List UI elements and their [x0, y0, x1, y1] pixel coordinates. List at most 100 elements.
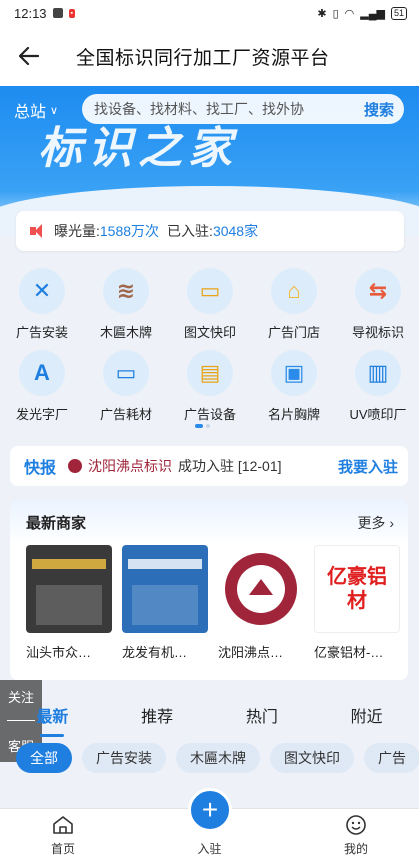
category-item[interactable]: A 发光字厂: [0, 344, 84, 426]
chevron-down-icon: ∨: [50, 104, 59, 117]
plus-button[interactable]: +: [188, 788, 232, 832]
category-label: UV喷印厂: [349, 407, 407, 422]
nav-join-label: 入驻: [197, 842, 222, 856]
merchant-list: 汕头市众… 龙发有机… 沈阳沸点… 亿豪铝材亿豪铝材-…: [10, 533, 408, 661]
filter-chip[interactable]: 广告安装: [82, 743, 166, 773]
nav-mine[interactable]: 我的: [321, 809, 391, 861]
category-label: 广告设备: [183, 407, 236, 422]
category-label: 发光字厂: [15, 407, 68, 422]
joined-label: 已入驻:: [167, 223, 213, 239]
merchant-card[interactable]: 龙发有机…: [122, 545, 208, 661]
merchants-title: 最新商家: [26, 515, 87, 532]
app-badge-icon: ▪: [68, 8, 76, 18]
plus-icon: +: [201, 794, 219, 825]
category-label: 名片胸牌: [267, 407, 320, 422]
category-grid: ✕ 广告安装 ≋ 木匾木牌 ▭ 图文快印 ⌂ 广告门店 ⇆ 导视标识 A 发光字厂 ▭ 广告耗材 ▤ 广告设备…: [0, 262, 419, 432]
category-label: 木匾木牌: [99, 325, 152, 340]
wallet-icon: ▭: [187, 268, 233, 314]
join-button[interactable]: 我要入驻: [338, 456, 398, 477]
filter-chips: 全部 广告安装 木匾木牌 图文快印 广告: [0, 743, 419, 777]
page-dot-active: [195, 424, 203, 428]
wood-icon: ≋: [103, 268, 149, 314]
bluetooth-icon: ✱: [317, 7, 327, 20]
merchant-image: [122, 545, 208, 633]
filter-chip[interactable]: 图文快印: [270, 743, 354, 773]
news-company: 沈阳沸点标识: [88, 458, 173, 474]
station-selector[interactable]: 总站 ∨: [14, 98, 58, 122]
company-logo-icon: [68, 459, 83, 473]
merchant-image: [218, 545, 304, 633]
station-label: 总站: [14, 104, 47, 121]
nav-home-label: 首页: [50, 842, 75, 856]
signpost-icon: ⇆: [355, 268, 401, 314]
title-bar: 全国标识同行加工厂资源平台: [0, 26, 419, 86]
speaker-icon: [30, 224, 46, 238]
store-icon: ⌂: [271, 268, 317, 314]
category-label: 广告耗材: [99, 407, 152, 422]
news-ticker[interactable]: 快报 沈阳沸点标识 成功入驻 [12-01] 我要入驻: [10, 446, 408, 486]
stats-bar: 曝光量: 1588万次 已入驻: 3048家: [16, 211, 404, 251]
more-link[interactable]: 更多 ›: [357, 513, 394, 533]
status-bar: 12:13 ▪ ✱ ▯ ◠ ▂▄▆ 51: [0, 0, 419, 26]
feed-tabs: 最新 推荐 热门 附近: [0, 703, 419, 737]
category-item[interactable]: ▤ 广告设备: [168, 344, 252, 426]
tab-item[interactable]: 推荐: [105, 703, 210, 737]
category-item[interactable]: ▥ UV喷印厂: [336, 344, 419, 426]
category-item[interactable]: ▭ 广告耗材: [84, 344, 168, 426]
merchant-card[interactable]: 亿豪铝材亿豪铝材-…: [314, 545, 400, 661]
wallet-icon: ▭: [103, 350, 149, 396]
category-item[interactable]: ▣ 名片胸牌: [252, 344, 336, 426]
news-message: 成功入驻 [12-01]: [178, 458, 282, 474]
merchant-image-text: 亿豪铝材: [327, 566, 387, 612]
notification-icon: [52, 8, 63, 18]
category-label: 广告门店: [267, 325, 320, 340]
page-dot: [206, 424, 210, 428]
printer-icon: ▥: [355, 350, 401, 396]
filter-chip[interactable]: 广告: [364, 743, 419, 773]
category-item[interactable]: ✕ 广告安装: [0, 262, 84, 344]
news-tag: 快报: [24, 460, 57, 477]
tools-icon: ✕: [19, 268, 65, 314]
search-input[interactable]: [94, 101, 334, 117]
exposure-value: 1588万次: [99, 223, 160, 239]
battery-icon: 51: [390, 6, 407, 20]
status-time: 12:13: [14, 5, 47, 21]
arrow-left-icon: [19, 47, 39, 65]
category-item[interactable]: ▭ 图文快印: [168, 262, 252, 344]
merchant-name: 沈阳沸点…: [218, 645, 284, 660]
tab-item[interactable]: 附近: [314, 703, 419, 737]
back-button[interactable]: [0, 26, 58, 86]
badge-icon: ▣: [271, 350, 317, 396]
merchant-card[interactable]: 汕头市众…: [26, 545, 112, 661]
category-item[interactable]: ⇆ 导视标识: [336, 262, 419, 344]
page-indicator: [195, 424, 210, 428]
category-label: 图文快印: [183, 325, 236, 340]
latest-merchants-panel: 最新商家 更多 › 汕头市众… 龙发有机… 沈阳沸点… 亿豪铝材亿豪铝材-…: [10, 500, 408, 680]
filter-chip[interactable]: 木匾木牌: [176, 743, 260, 773]
tab-item[interactable]: 热门: [210, 703, 315, 737]
letter-a-icon: A: [19, 350, 65, 396]
merchant-name: 亿豪铝材-…: [314, 645, 384, 660]
category-item[interactable]: ≋ 木匾木牌: [84, 262, 168, 344]
nav-mine-label: 我的: [343, 842, 368, 856]
merchant-name: 龙发有机…: [122, 645, 188, 660]
nav-home[interactable]: 首页: [28, 809, 98, 861]
search-bar[interactable]: 搜索: [82, 94, 404, 124]
merchant-name: 汕头市众…: [26, 645, 92, 660]
signal-icon: ▂▄▆: [360, 7, 385, 20]
filter-chip[interactable]: 全部: [16, 743, 72, 773]
exposure-label: 曝光量:: [54, 223, 100, 239]
merchant-card[interactable]: 沈阳沸点…: [218, 545, 304, 661]
search-button[interactable]: 搜索: [364, 99, 394, 120]
page-title: 全国标识同行加工厂资源平台: [76, 47, 330, 69]
ticket-icon: ▤: [187, 350, 233, 396]
category-item[interactable]: ⌂ 广告门店: [252, 262, 336, 344]
tab-item[interactable]: 最新: [0, 703, 105, 737]
merchant-image: [26, 545, 112, 633]
wifi-icon: ◠: [344, 7, 355, 20]
category-label: 导视标识: [351, 325, 404, 340]
smiley-icon: [343, 813, 369, 837]
joined-value: 3048家: [212, 223, 259, 239]
merchant-image: 亿豪铝材: [314, 545, 400, 633]
battery-level: 51: [393, 8, 404, 18]
